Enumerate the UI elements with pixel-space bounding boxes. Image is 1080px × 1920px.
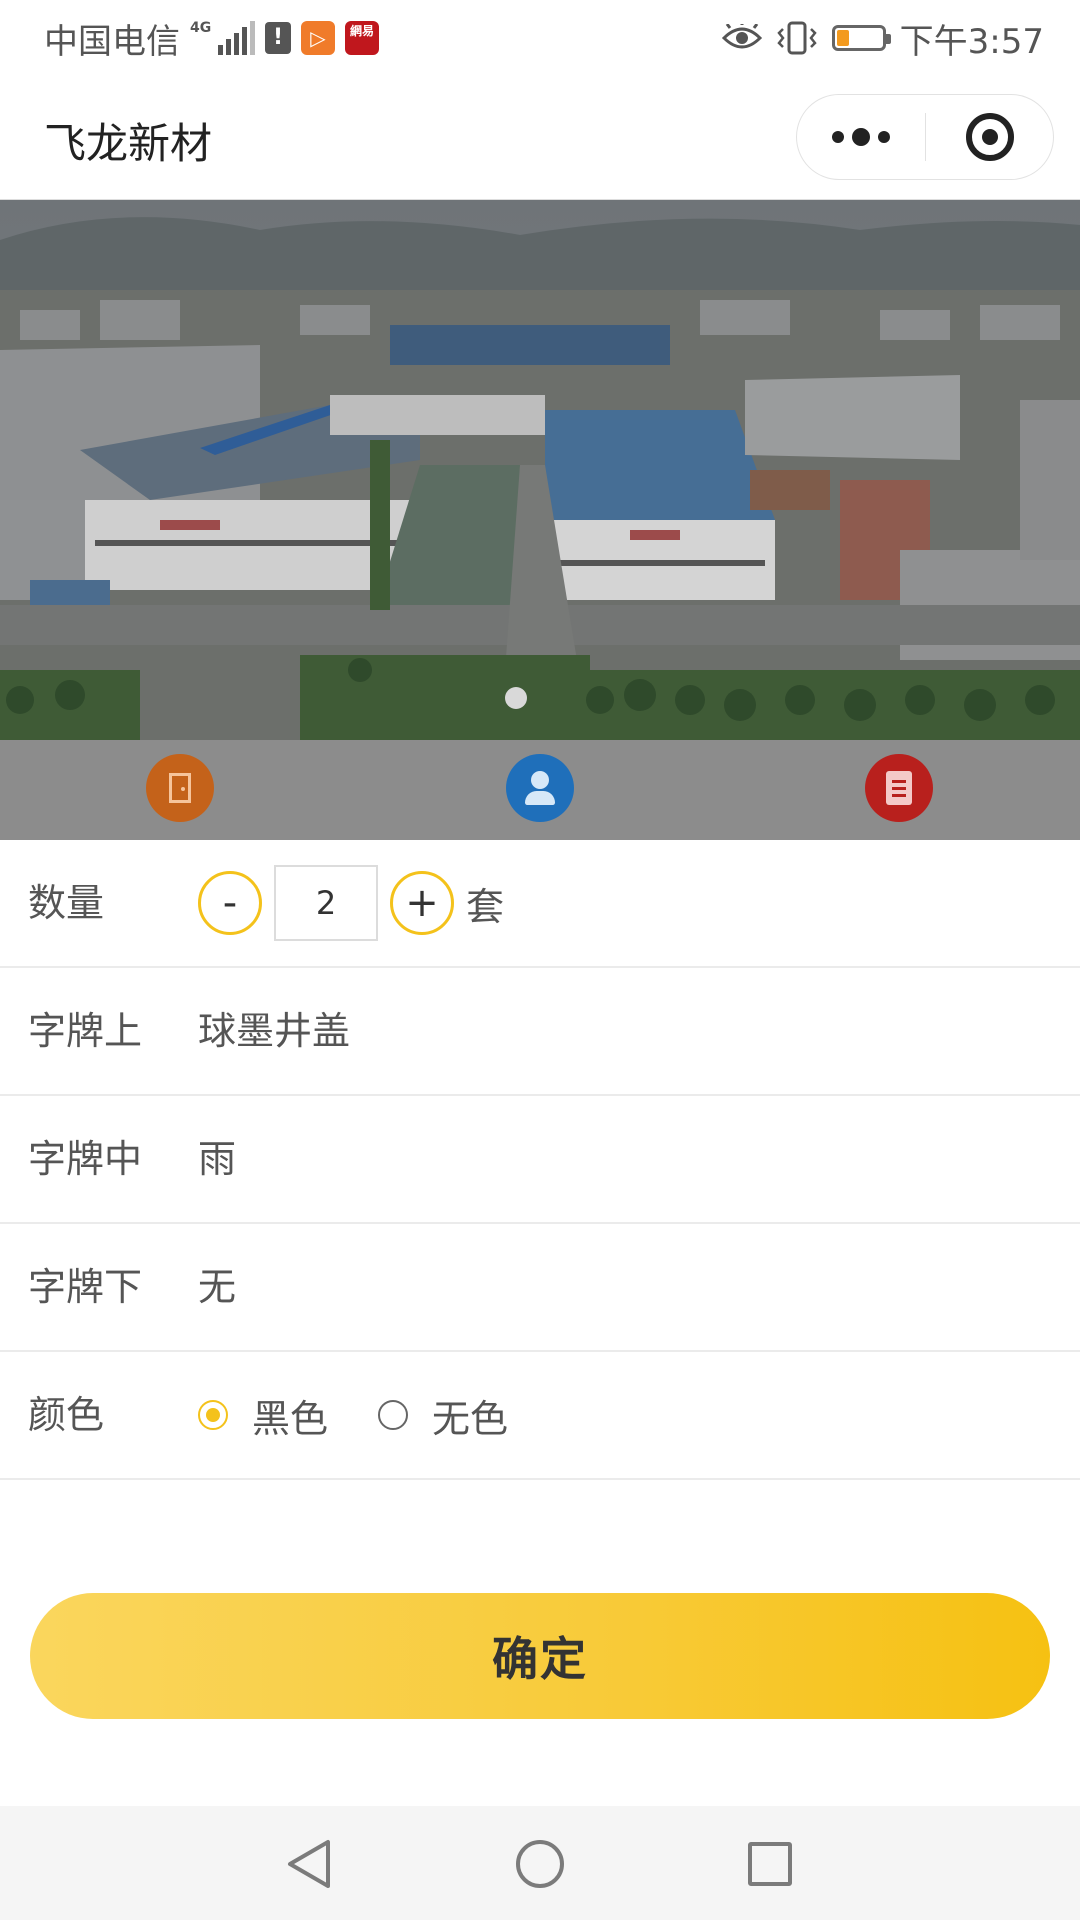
capsule-menu [796,94,1054,180]
battery-icon [831,25,891,51]
shortcut-order[interactable] [865,754,933,822]
status-bar: 中国电信 4G ! ▷ 網易 下午3:57 [0,0,1080,76]
shortcut-door[interactable] [146,754,214,822]
quantity-stepper: - 2 + 套 [198,862,504,944]
alert-icon: ! [265,22,291,54]
sign-top-row: 字牌上 球墨井盖 [0,968,1080,1096]
shortcut-customer-service[interactable] [506,754,574,822]
system-navigation-bar [0,1806,1080,1920]
color-radio-none[interactable] [378,1400,409,1430]
clock: 下午3:57 [899,21,1044,62]
sign-top-value[interactable]: 球墨井盖 [198,968,350,1094]
more-button[interactable] [797,95,925,179]
eye-icon [721,24,762,49]
more-dots-icon [832,131,844,143]
netease-app-icon: 網易 [345,21,379,55]
back-icon[interactable] [286,1839,332,1889]
door-icon [169,773,191,803]
order-spec-form: 数量 - 2 + 套 字牌上 球墨井盖 字牌中 雨 字牌下 无 颜色 黑色 无色 [0,840,1080,1480]
recent-apps-icon[interactable] [748,1842,792,1886]
sign-bottom-value[interactable]: 无 [198,1224,236,1350]
mini-program-nav-bar: 飞龙新材 [0,76,1080,200]
vibrate-icon [776,21,817,55]
customer-service-icon [521,769,559,807]
network-type: 4G [190,20,212,36]
home-icon[interactable] [516,1840,564,1888]
video-app-icon: ▷ [301,21,335,55]
close-button[interactable] [926,95,1053,179]
quantity-row: 数量 - 2 + 套 [0,840,1080,968]
shortcut-strip [0,740,1080,840]
decrease-button[interactable]: - [198,871,262,935]
color-option-label[interactable]: 黑色 [252,1388,328,1443]
color-row: 颜色 黑色 无色 [0,1352,1080,1480]
more-dots-icon-center [852,128,870,146]
banner-carousel[interactable] [0,200,1080,740]
quantity-unit: 套 [466,884,505,929]
color-label: 颜色 [28,1393,105,1437]
target-close-icon [965,113,1014,161]
page-title: 飞龙新材 [44,119,213,168]
quantity-input[interactable]: 2 [274,865,378,941]
more-dots-icon-right [878,131,890,143]
sign-bottom-row: 字牌下 无 [0,1224,1080,1352]
quantity-label: 数量 [28,881,105,925]
color-radio-black[interactable] [198,1400,228,1430]
increase-button[interactable]: + [390,871,454,935]
sign-bottom-label: 字牌下 [28,1265,143,1309]
color-radio-group: 黑色 无色 [198,1352,558,1478]
factory-aerial-image [0,200,1080,740]
sign-middle-row: 字牌中 雨 [0,1096,1080,1224]
signal-icon: 4G [190,21,255,55]
sign-middle-value[interactable]: 雨 [198,1096,236,1222]
confirm-button[interactable]: 确定 [30,1593,1050,1719]
carrier-name: 中国电信 [44,21,180,62]
color-option-label[interactable]: 无色 [432,1388,508,1443]
carousel-indicator-dot[interactable] [505,687,527,709]
sign-top-label: 字牌上 [28,1009,143,1053]
sign-middle-label: 字牌中 [28,1137,143,1181]
clipboard-icon [886,771,912,805]
